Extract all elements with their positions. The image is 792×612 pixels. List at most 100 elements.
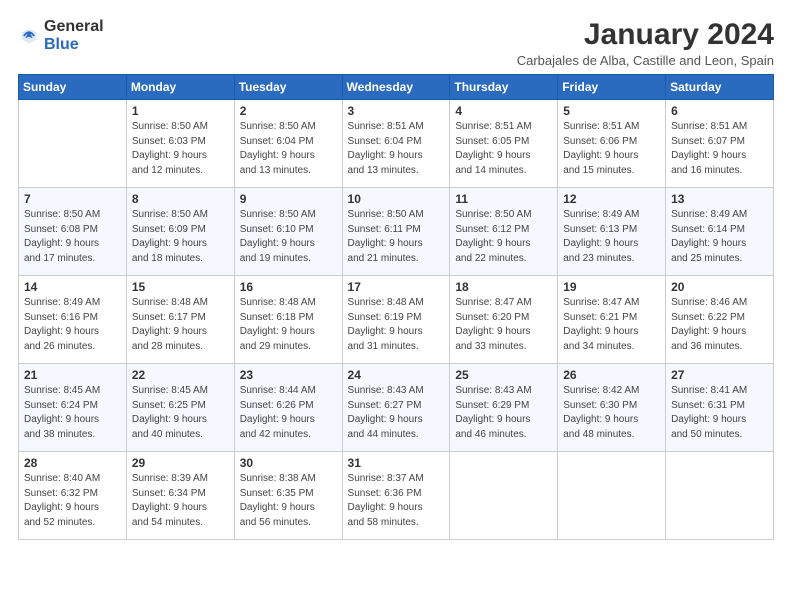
- day-number: 21: [24, 368, 121, 382]
- info-line: and 38 minutes.: [24, 428, 121, 443]
- day-number: 17: [348, 280, 445, 294]
- logo-general: General: [44, 18, 104, 36]
- info-line: Sunrise: 8:50 AM: [240, 208, 337, 223]
- week-row-4: 21Sunrise: 8:45 AMSunset: 6:24 PMDayligh…: [19, 364, 774, 452]
- info-line: Sunrise: 8:45 AM: [24, 384, 121, 399]
- info-line: Sunrise: 8:47 AM: [563, 296, 660, 311]
- cell-week3-day7: 20 Sunrise: 8:46 AMSunset: 6:22 PMDayligh…: [666, 276, 774, 364]
- cell-week2-day5: 11Sunrise: 8:50 AMSunset: 6:12 PMDayligh…: [450, 188, 558, 276]
- week-row-2: 7 Sunrise: 8:50 AM Sunset: 6:08 PM Daylight…: [19, 188, 774, 276]
- day-number: 10: [348, 192, 445, 206]
- info-line: Sunrise: 8:47 AM: [455, 296, 552, 311]
- info-line: and 42 minutes.: [240, 428, 337, 443]
- info-line: and 31 minutes.: [348, 340, 445, 355]
- cell-week3-day3: 16Sunrise: 8:48 AMSunset: 6:18 PMDayligh…: [234, 276, 342, 364]
- info-line: Sunset: 6:17 PM: [132, 311, 229, 326]
- header-sunday: Sunday: [19, 75, 127, 100]
- cell-week1-day3: 2Sunrise: 8:50 AMSunset: 6:04 PMDaylight…: [234, 100, 342, 188]
- info-line: Sunset: 6:09 PM: [132, 223, 229, 238]
- info-line: Sunrise: 8:50 AM: [240, 120, 337, 135]
- cell-week3-day5: 18Sunrise: 8:47 AMSunset: 6:20 PMDayligh…: [450, 276, 558, 364]
- info-line: Daylight: 9 hours: [455, 149, 552, 164]
- info-line: and 28 minutes.: [132, 340, 229, 355]
- logo-blue: Blue: [44, 36, 104, 54]
- day-number: 22: [132, 368, 229, 382]
- day-number: 28: [24, 456, 121, 470]
- calendar-page: General Blue January 2024 Carbajales de …: [0, 0, 792, 612]
- day-number: 24: [348, 368, 445, 382]
- info-line: and 13 minutes.: [240, 164, 337, 179]
- cell-week4-day6: 26Sunrise: 8:42 AMSunset: 6:30 PMDayligh…: [558, 364, 666, 452]
- cell-week5-day3: 30Sunrise: 8:38 AMSunset: 6:35 PMDayligh…: [234, 452, 342, 540]
- cell-week1-day6: 5Sunrise: 8:51 AMSunset: 6:06 PMDaylight…: [558, 100, 666, 188]
- day-number: 11: [455, 192, 552, 206]
- info-line: Sunset: 6:11 PM: [348, 223, 445, 238]
- info-line: Sunrise: 8:45 AM: [132, 384, 229, 399]
- info-line: Sunrise: 8:48 AM: [348, 296, 445, 311]
- info-line: Sunset: 6:21 PM: [563, 311, 660, 326]
- info-line: Daylight: 9 hours: [671, 149, 768, 164]
- cell-info: Sunrise: 8:46 AMSunset: 6:22 PMDaylight:…: [671, 296, 768, 354]
- info-line: Daylight: 9 hours: [563, 325, 660, 340]
- info-line: Daylight: 9 hours: [24, 413, 121, 428]
- info-line: Sunrise: 8:49 AM: [24, 296, 121, 311]
- info-line: Daylight: 9 hours: [563, 149, 660, 164]
- cell-info: Sunrise: 8:50 AMSunset: 6:04 PMDaylight:…: [240, 120, 337, 178]
- cell-info: Sunrise: 8:48 AMSunset: 6:18 PMDaylight:…: [240, 296, 337, 354]
- cell-info: Sunrise: 8:48 AMSunset: 6:19 PMDaylight:…: [348, 296, 445, 354]
- day-number: 7: [24, 192, 121, 206]
- info-line: and 44 minutes.: [348, 428, 445, 443]
- day-number: 9: [240, 192, 337, 206]
- info-line: Daylight: 9 hours: [348, 413, 445, 428]
- day-number: 29: [132, 456, 229, 470]
- info-line: and 17 minutes.: [24, 252, 121, 267]
- info-line: Sunset: 6:04 PM: [348, 135, 445, 150]
- calendar-title: January 2024: [517, 18, 774, 51]
- day-number: 12: [563, 192, 660, 206]
- info-line: Sunset: 6:08 PM: [24, 223, 121, 238]
- cell-week3-day1: 14Sunrise: 8:49 AMSunset: 6:16 PMDayligh…: [19, 276, 127, 364]
- cell-week3-day6: 19Sunrise: 8:47 AMSunset: 6:21 PMDayligh…: [558, 276, 666, 364]
- info-line: Daylight: 9 hours: [24, 501, 121, 516]
- info-line: Sunset: 6:31 PM: [671, 399, 768, 414]
- info-line: Sunset: 6:06 PM: [563, 135, 660, 150]
- info-line: Daylight: 9 hours: [563, 237, 660, 252]
- cell-info: Sunrise: 8:45 AMSunset: 6:24 PMDaylight:…: [24, 384, 121, 442]
- info-line: Sunset: 6:13 PM: [563, 223, 660, 238]
- info-line: and 23 minutes.: [563, 252, 660, 267]
- day-number: 6: [671, 104, 768, 118]
- cell-info: Sunrise: 8:43 AMSunset: 6:29 PMDaylight:…: [455, 384, 552, 442]
- cell-info: Sunrise: 8:49 AMSunset: 6:14 PMDaylight:…: [671, 208, 768, 266]
- day-number: 27: [671, 368, 768, 382]
- info-line: and 33 minutes.: [455, 340, 552, 355]
- info-line: and 48 minutes.: [563, 428, 660, 443]
- info-line: Sunrise: 8:50 AM: [348, 208, 445, 223]
- info-line: Daylight: 9 hours: [132, 237, 229, 252]
- info-line: Sunset: 6:24 PM: [24, 399, 121, 414]
- info-line: Sunset: 6:26 PM: [240, 399, 337, 414]
- info-line: Sunrise: 8:43 AM: [455, 384, 552, 399]
- day-number: 20: [671, 280, 768, 294]
- info-line: Daylight: 9 hours: [132, 149, 229, 164]
- info-line: Sunrise: 8:48 AM: [240, 296, 337, 311]
- cell-week2-day3: 9Sunrise: 8:50 AMSunset: 6:10 PMDaylight…: [234, 188, 342, 276]
- cell-week3-day2: 15Sunrise: 8:48 AMSunset: 6:17 PMDayligh…: [126, 276, 234, 364]
- header-tuesday: Tuesday: [234, 75, 342, 100]
- info-line: and 21 minutes.: [348, 252, 445, 267]
- info-line: Sunset: 6:22 PM: [671, 311, 768, 326]
- cell-week5-day5: [450, 452, 558, 540]
- info-line: Sunrise: 8:39 AM: [132, 472, 229, 487]
- info-line: and 54 minutes.: [132, 516, 229, 531]
- info-line: Sunset: 6:03 PM: [132, 135, 229, 150]
- cell-week4-day3: 23Sunrise: 8:44 AMSunset: 6:26 PMDayligh…: [234, 364, 342, 452]
- day-number: 1: [132, 104, 229, 118]
- info-line: Daylight: 9 hours: [240, 149, 337, 164]
- day-number: 23: [240, 368, 337, 382]
- info-line: and 26 minutes.: [24, 340, 121, 355]
- info-line: Daylight: 9 hours: [671, 237, 768, 252]
- info-line: Sunset: 6:29 PM: [455, 399, 552, 414]
- info-line: Daylight: 9 hours: [240, 325, 337, 340]
- info-line: and 18 minutes.: [132, 252, 229, 267]
- cell-week5-day7: [666, 452, 774, 540]
- info-line: Sunset: 6:25 PM: [132, 399, 229, 414]
